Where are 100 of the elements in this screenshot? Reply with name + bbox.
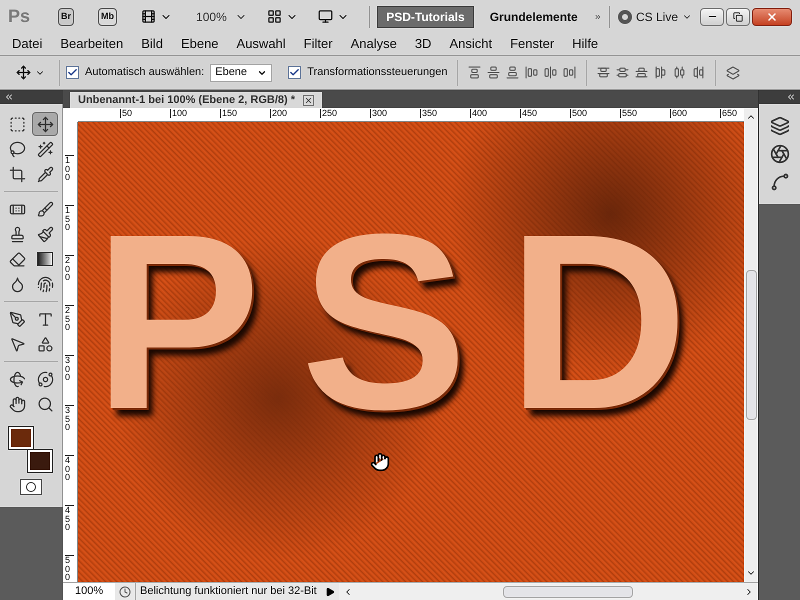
monitor-icon <box>318 9 333 24</box>
collapse-icon[interactable] <box>4 92 14 102</box>
move-icon <box>36 116 54 132</box>
checkbox[interactable] <box>66 66 79 79</box>
shapes-icon <box>36 336 54 352</box>
overlapping-shapes-icon[interactable] <box>726 66 740 80</box>
ruler-label: 100 <box>65 155 74 182</box>
ruler-label: 600 <box>670 109 688 118</box>
ruler-label: 450 <box>65 505 74 532</box>
dashed-square-icon <box>8 116 26 132</box>
bridge-button[interactable]: Br <box>58 8 74 26</box>
menu-item[interactable]: Auswahl <box>236 34 286 54</box>
align-middle-icon[interactable] <box>487 66 500 79</box>
close-icon <box>766 10 778 22</box>
ruler-label: 450 <box>520 109 538 118</box>
screen-mode-button[interactable] <box>318 9 349 24</box>
background-color-swatch[interactable] <box>28 450 52 472</box>
restore-icon <box>733 12 743 22</box>
stamp-icon <box>8 226 26 242</box>
rotate-3d-icon <box>8 370 26 388</box>
ruler-label: 150 <box>220 109 238 118</box>
fingerprint-icon <box>36 276 54 292</box>
scroll-thumb[interactable] <box>502 586 633 598</box>
view-extras-button[interactable] <box>141 9 172 24</box>
ruler-label: 200 <box>65 255 74 282</box>
checkbox-label: Automatisch auswählen: <box>85 65 204 80</box>
workspace-button[interactable]: PSD-Tutorials <box>377 6 474 28</box>
type-icon <box>36 310 54 328</box>
hand-cursor-icon <box>370 452 390 472</box>
brush-icon <box>36 200 54 218</box>
ruler-label: 150 <box>65 205 74 232</box>
zoom-level-button[interactable]: 100% <box>196 8 247 26</box>
distribute-right-icon[interactable] <box>692 66 706 79</box>
paintbrush-icon <box>36 226 54 242</box>
checkbox[interactable] <box>288 66 302 79</box>
horizontal-scrollbar[interactable] <box>338 583 758 600</box>
align-bottom-icon[interactable] <box>506 66 520 79</box>
ruler-label: 400 <box>65 455 74 482</box>
restore-button[interactable] <box>726 8 750 26</box>
grid-icon <box>266 9 282 24</box>
menu-item[interactable]: 3D <box>414 34 432 54</box>
document-tab[interactable]: Unbenannt-1 bei 100% (Ebene 2, RGB/8) * <box>70 92 322 108</box>
menu-item[interactable]: Fenster <box>510 34 554 54</box>
menu-item[interactable]: Bearbeiten <box>60 34 124 54</box>
tool-preset-button[interactable] <box>16 65 45 80</box>
menu-item[interactable]: Ansicht <box>449 34 492 54</box>
app-logo: Ps <box>8 5 30 28</box>
move-tool[interactable] <box>32 112 58 136</box>
ruler-label: 50 <box>120 109 132 118</box>
distribute-center-icon[interactable] <box>673 66 686 79</box>
ruler-label: 400 <box>470 109 488 118</box>
collapse-icon[interactable] <box>786 92 796 102</box>
foreground-color-swatch[interactable] <box>9 427 33 449</box>
ruler-label: 250 <box>65 305 74 332</box>
pointer-icon <box>8 336 26 352</box>
embossed-artwork-text: PSD <box>94 197 728 447</box>
ring-icon <box>618 10 632 24</box>
eraser-icon <box>8 250 26 268</box>
close-button[interactable] <box>752 8 792 26</box>
ruler-label: 200 <box>270 109 288 118</box>
ruler-label: 100 <box>170 109 188 118</box>
vertical-scrollbar[interactable] <box>744 108 758 582</box>
aperture-icon[interactable] <box>770 144 790 164</box>
ruler-label: 250 <box>320 109 338 118</box>
quick-mask-button[interactable] <box>20 479 42 495</box>
menu-item[interactable]: Hilfe <box>572 34 598 54</box>
zoom-icon <box>36 396 54 412</box>
zoom-field[interactable]: 100% <box>63 583 115 600</box>
close-icon[interactable] <box>303 94 314 106</box>
menu-item[interactable]: Ebene <box>180 34 219 54</box>
align-top-icon[interactable] <box>468 66 482 79</box>
cs-live-button[interactable]: CS Live <box>618 8 692 26</box>
minimize-button[interactable] <box>700 8 724 26</box>
align-left-icon[interactable] <box>525 66 538 79</box>
distribute-top-icon[interactable] <box>597 66 610 79</box>
distribute-bottom-icon[interactable] <box>635 66 648 79</box>
menu-item[interactable]: Analyse <box>350 34 397 54</box>
magic-wand-icon <box>36 140 54 158</box>
orbit-icon <box>36 370 54 388</box>
scroll-thumb[interactable] <box>746 270 756 420</box>
workspace-button[interactable]: Grundelemente <box>482 6 586 28</box>
lasso-icon <box>8 140 26 158</box>
ruler-label: 300 <box>370 109 388 118</box>
spline-icon[interactable] <box>770 172 790 192</box>
menu-item[interactable]: Bild <box>141 34 163 54</box>
distribute-middle-icon[interactable] <box>616 66 630 79</box>
play-icon[interactable] <box>324 586 335 596</box>
distribute-left-icon[interactable] <box>654 66 668 79</box>
align-right-icon[interactable] <box>563 66 576 79</box>
mini-bridge-button[interactable]: Mb <box>98 8 118 26</box>
hand-icon <box>8 396 26 412</box>
menu-item[interactable]: Datei <box>12 34 42 54</box>
arrange-documents-button[interactable] <box>266 9 298 24</box>
film-icon <box>141 9 156 24</box>
layer-select-dropdown[interactable]: Ebene <box>210 64 272 82</box>
clock-icon <box>119 586 131 598</box>
menu-item[interactable]: Filter <box>304 34 333 54</box>
ruler-label: 300 <box>65 355 74 382</box>
layers-icon[interactable] <box>770 116 790 136</box>
align-center-icon[interactable] <box>544 66 558 79</box>
